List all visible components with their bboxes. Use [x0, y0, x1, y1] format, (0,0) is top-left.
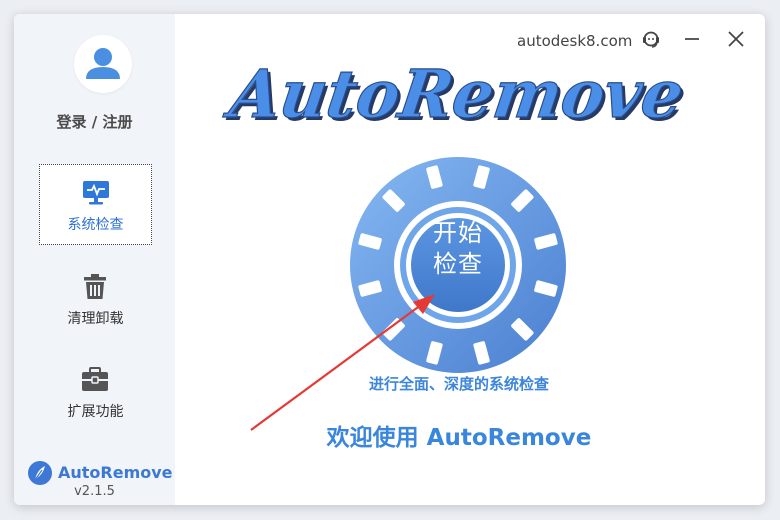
website-link[interactable]: autodesk8.com [517, 32, 632, 50]
version-label: v2.1.5 [74, 484, 115, 499]
close-icon[interactable] [725, 28, 747, 50]
sidebar-item-system-check[interactable]: 系统检查 [39, 164, 152, 245]
sidebar-item-label: 系统检查 [67, 217, 124, 233]
start-check-button[interactable]: 开始 检查 [412, 203, 504, 295]
welcome-message: 欢迎使用 AutoRemove [326, 425, 592, 451]
login-register-link[interactable]: 登录 / 注册 [14, 111, 175, 132]
user-icon [86, 48, 120, 79]
avatar[interactable] [74, 35, 132, 93]
minimize-icon[interactable] [681, 28, 703, 50]
start-label-line2: 检查 [433, 250, 483, 278]
sidebar-item-extensions[interactable]: 扩展功能 [39, 352, 152, 433]
sidebar: 登录 / 注册 系统检查 清理卸载 扩展功能 AutoRemove v2.1.5 [14, 14, 175, 505]
hero-title: AutoRemove AutoRemove [220, 55, 691, 136]
svg-text:AutoRemove: AutoRemove [220, 55, 688, 133]
sidebar-item-label: 扩展功能 [67, 404, 124, 420]
headset-icon[interactable] [640, 28, 662, 50]
start-label-line1: 开始 [433, 219, 483, 247]
brand-name: AutoRemove [58, 463, 173, 482]
brand: AutoRemove v2.1.5 [14, 460, 175, 502]
scan-description: 进行全面、深度的系统检查 [368, 375, 549, 393]
feather-logo-icon [28, 461, 52, 485]
monitor-icon [83, 181, 109, 205]
trash-icon [84, 274, 106, 299]
sidebar-item-cleanup-uninstall[interactable]: 清理卸载 [39, 259, 152, 340]
toolbox-icon [82, 367, 108, 391]
sidebar-item-label: 清理卸载 [67, 311, 124, 327]
